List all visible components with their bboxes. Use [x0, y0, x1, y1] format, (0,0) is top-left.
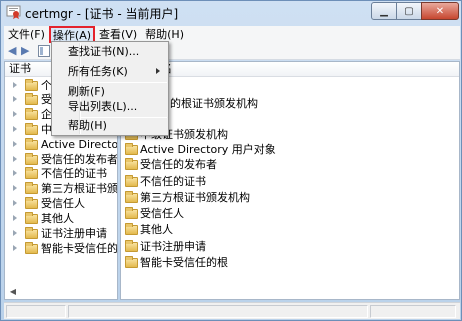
folder-icon [25, 93, 38, 105]
forward-arrow-icon[interactable]: ▶ [21, 45, 33, 57]
column-header-name[interactable]: 名 [121, 62, 459, 77]
list-item-label: 其他人 [140, 223, 173, 236]
folder-icon [25, 79, 38, 91]
folder-icon [25, 197, 38, 209]
folder-icon [125, 240, 138, 252]
maximize-button[interactable]: ▢ [396, 2, 422, 20]
submenu-arrow-icon [156, 68, 160, 74]
status-cell [370, 305, 456, 318]
list-item-label: 受信任的发布者 [140, 158, 217, 171]
status-bar [4, 302, 460, 319]
folder-icon [125, 256, 138, 268]
expand-arrow-icon[interactable] [13, 245, 17, 251]
expand-arrow-icon[interactable] [13, 215, 17, 221]
tree-root-label: 证书 [9, 62, 31, 75]
back-arrow-icon[interactable]: ◀ [8, 45, 20, 57]
expand-arrow-icon[interactable] [13, 230, 17, 236]
list-item-label: 第三方根证书颁发机构 [140, 191, 250, 204]
close-button[interactable]: ✕ [421, 2, 459, 20]
tree-item-label: 受信任人 [41, 197, 85, 210]
expand-arrow-icon[interactable] [13, 200, 17, 206]
folder-icon [125, 223, 138, 235]
action-dropdown-menu: 查找证书(N)... 所有任务(K) 刷新(F) 导出列表(L)... 帮助(H… [51, 41, 169, 136]
list-item-label: Active Directory 用户对象 [140, 143, 276, 156]
expand-arrow-icon[interactable] [13, 170, 17, 176]
expand-arrow-icon[interactable] [13, 185, 17, 191]
folder-icon [125, 207, 138, 219]
expand-arrow-icon[interactable] [13, 156, 17, 162]
folder-icon [125, 175, 138, 187]
list-item-label: 智能卡受信任的根 [140, 256, 228, 269]
tree-item-label: 证书注册申请 [41, 227, 107, 240]
folder-icon [125, 143, 138, 155]
folder-icon [25, 167, 38, 179]
tree-item-label: 不信任的证书 [41, 167, 107, 180]
menu-all-tasks[interactable]: 所有任务(K) [68, 64, 128, 80]
menu-refresh[interactable]: 刷新(F) [68, 84, 105, 100]
folder-icon [25, 182, 38, 194]
tree-item-label: 第三方根证书颁发 [41, 182, 118, 195]
expand-arrow-icon[interactable] [13, 111, 17, 117]
tree-item-label: 其他人 [41, 212, 74, 225]
tree-item-label: 智能卡受信任的根 [41, 242, 118, 255]
expand-arrow-icon[interactable] [13, 82, 17, 88]
tree-item-label: Active Directory 用 [41, 138, 118, 151]
tree-item-label: 受信任的发布者 [41, 153, 118, 166]
folder-icon [25, 123, 38, 135]
folder-icon [25, 227, 38, 239]
list-item-label: 证书注册申请 [140, 240, 206, 253]
menu-file[interactable]: 文件(F) [4, 26, 49, 43]
folder-icon [25, 153, 38, 165]
expand-arrow-icon[interactable] [13, 141, 17, 147]
expand-arrow-icon[interactable] [13, 96, 17, 102]
folder-icon [25, 212, 38, 224]
status-cell [68, 305, 368, 318]
folder-icon [25, 138, 38, 150]
status-cell [6, 305, 66, 318]
list-item-label: 的根证书颁发机构 [170, 97, 258, 110]
list-item-label: 受信任人 [140, 207, 184, 220]
menu-help-item[interactable]: 帮助(H) [68, 118, 107, 134]
folder-icon [125, 158, 138, 170]
minimize-button[interactable]: ▁ [371, 2, 397, 20]
menu-separator [81, 82, 167, 83]
console-tree-icon[interactable] [38, 45, 50, 57]
certmgr-window: certmgr - [证书 - 当前用户] ▁ ▢ ✕ 文件(F) 操作(A) … [0, 0, 462, 321]
folder-icon [25, 242, 38, 254]
expand-arrow-icon[interactable] [13, 126, 17, 132]
details-pane[interactable]: 名 的根证书颁发机构 任 中级证书颁发机构 Active Directory 用… [120, 61, 460, 300]
menu-find-certificates[interactable]: 查找证书(N)... [68, 44, 139, 60]
title-bar[interactable]: certmgr - [证书 - 当前用户] ▁ ▢ ✕ [1, 1, 461, 25]
scroll-left-arrow-icon[interactable]: ◀ [5, 287, 21, 299]
certificate-app-icon [6, 5, 21, 19]
window-title: certmgr - [证书 - 当前用户] [25, 7, 179, 21]
menu-export-list[interactable]: 导出列表(L)... [68, 99, 137, 115]
list-item-label: 不信任的证书 [140, 175, 206, 188]
folder-icon [25, 108, 38, 120]
folder-icon [125, 191, 138, 203]
